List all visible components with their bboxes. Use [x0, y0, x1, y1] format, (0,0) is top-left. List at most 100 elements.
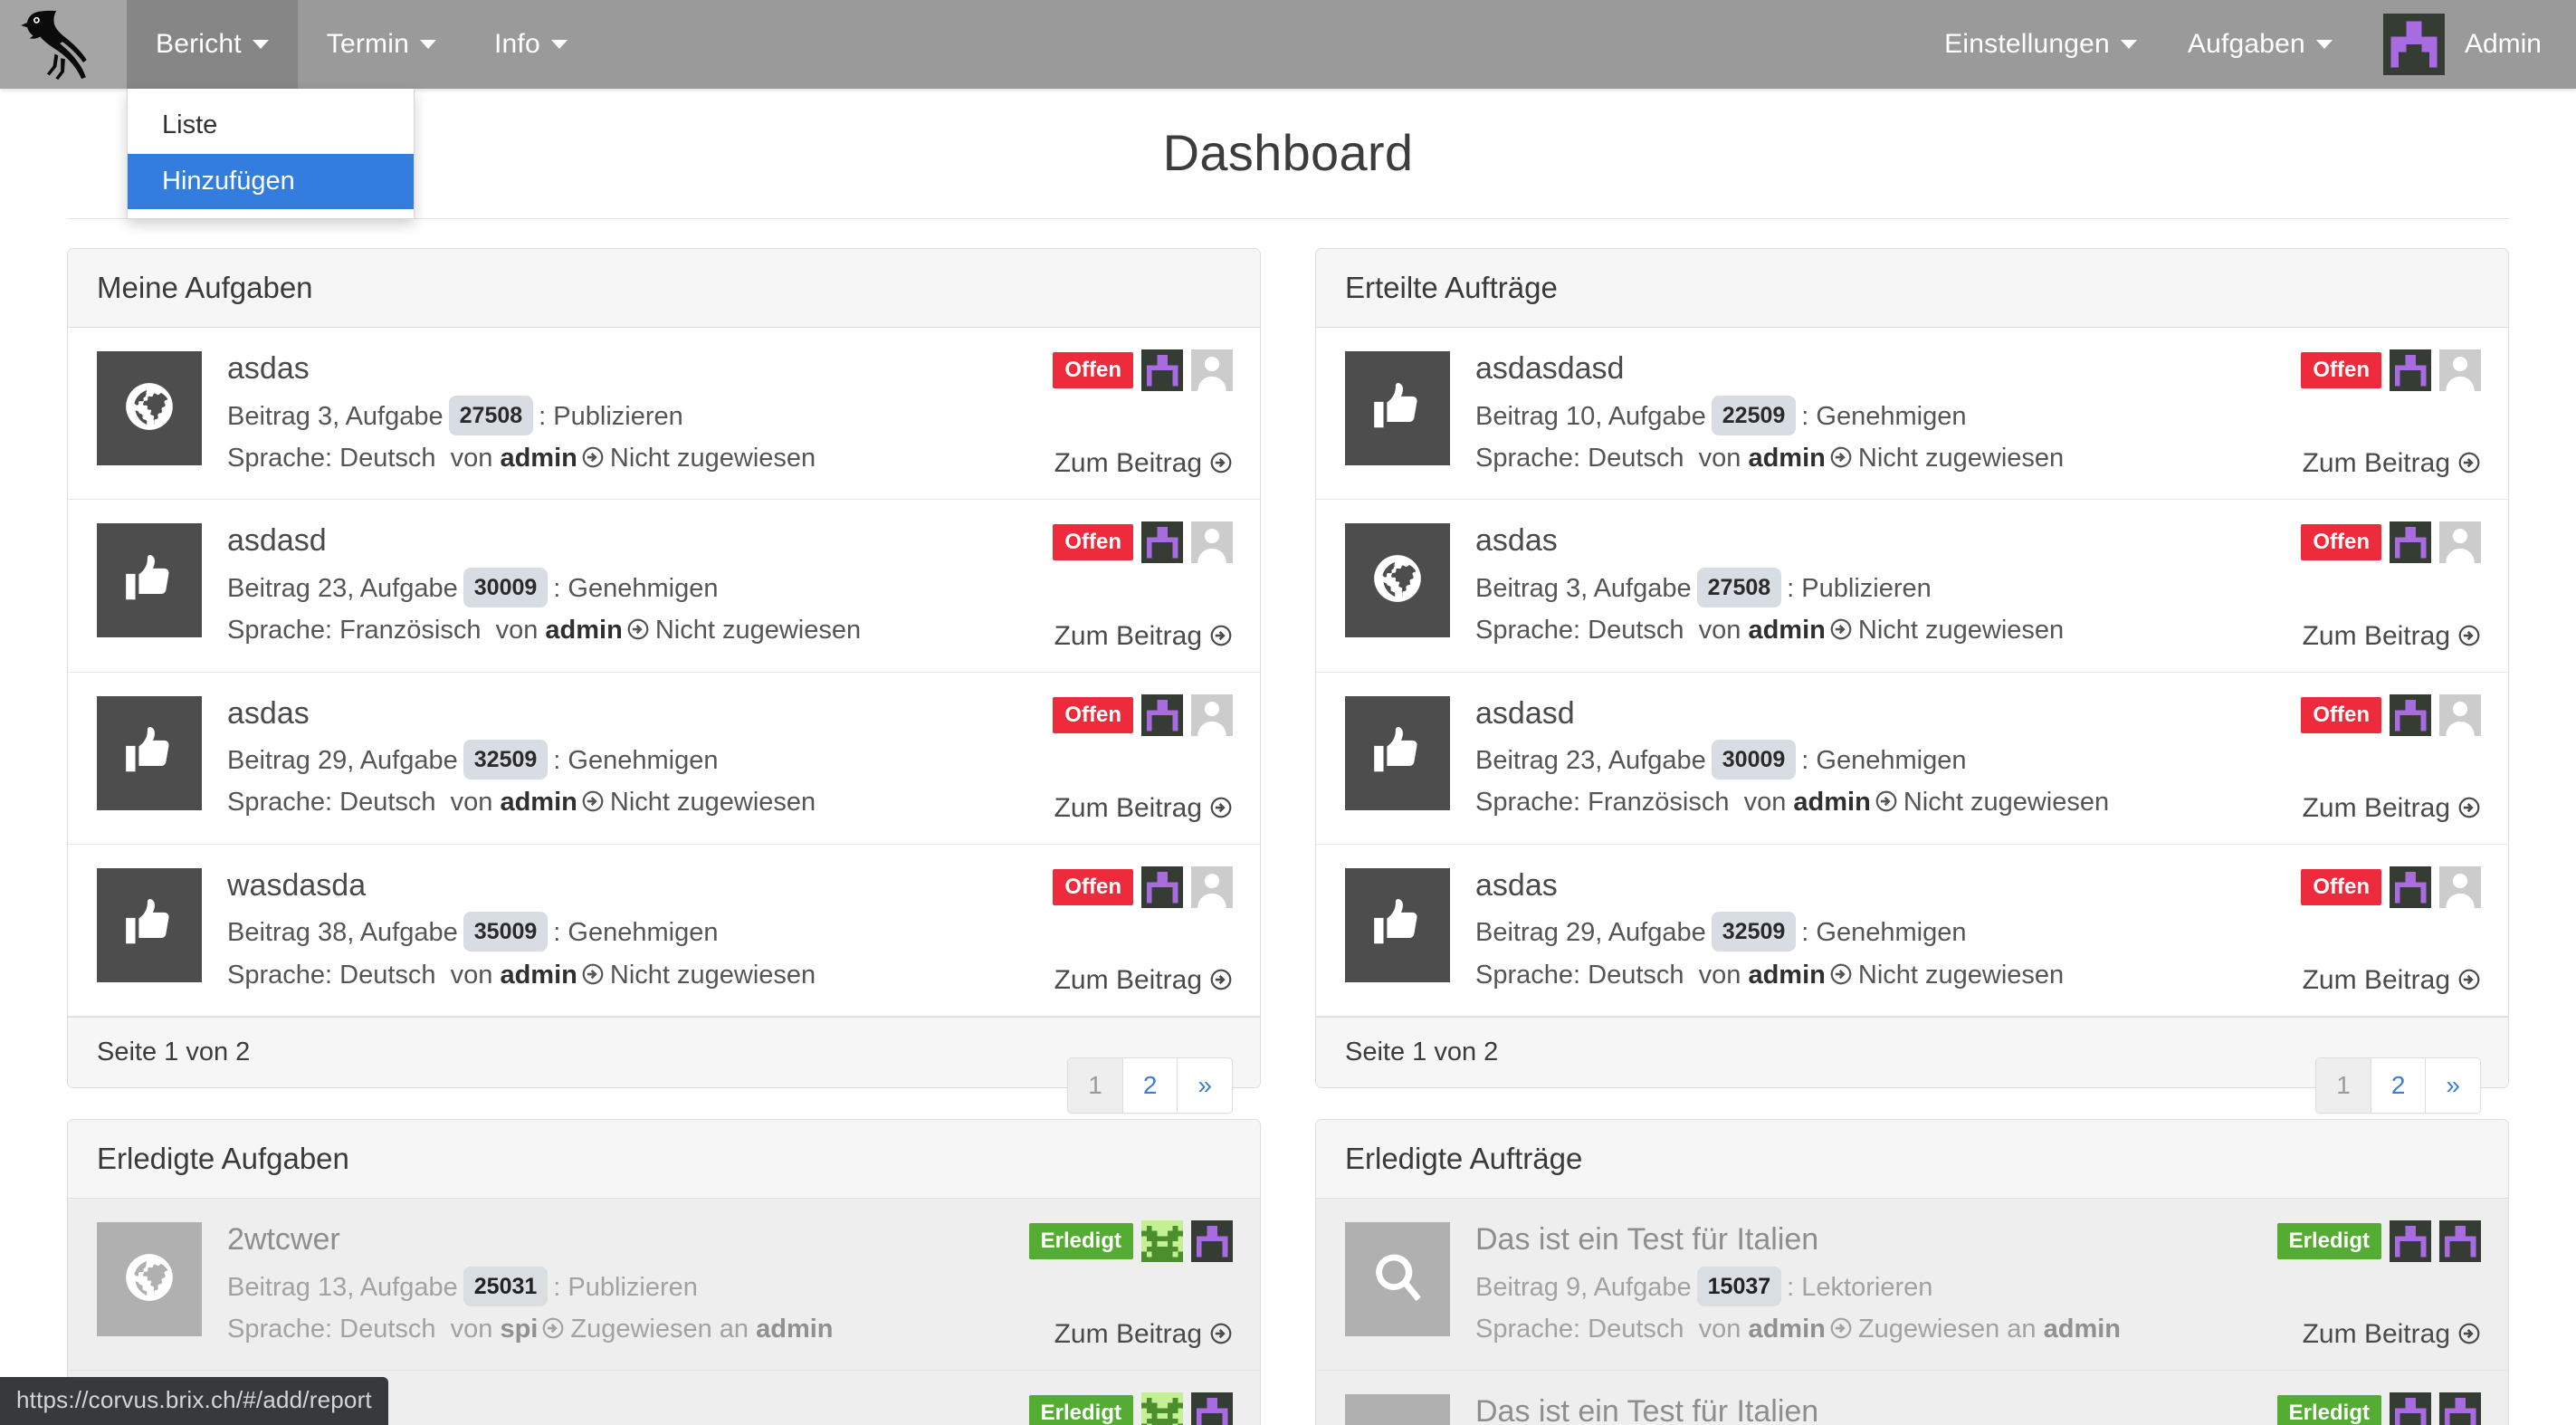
task-assignee: Nicht zugewiesen — [1857, 443, 2065, 473]
task-type-text: : Lektorieren — [1787, 1272, 1933, 1302]
zum-beitrag-label: Zum Beitrag — [2302, 965, 2450, 996]
nav-item-termin[interactable]: Termin — [298, 0, 465, 89]
task-type-text: : Genehmigen — [1801, 746, 1967, 776]
nav-item-bericht[interactable]: Bericht — [127, 0, 298, 89]
avatar — [1141, 866, 1183, 908]
pagination-page-»[interactable]: » — [2426, 1058, 2480, 1114]
task-type-text: : Genehmigen — [553, 746, 719, 776]
task-row[interactable]: asdasdasd Beitrag 10, Aufgabe 22509: Geneh… — [1316, 328, 2508, 501]
task-row[interactable]: asdasd Beitrag 23, Aufgabe 30009: Genehmig… — [68, 500, 1260, 673]
nav-item-termin-label: Termin — [326, 29, 409, 59]
arrow-right-circle-icon — [2457, 1322, 2481, 1345]
task-id-badge: 30009 — [463, 567, 549, 607]
zum-beitrag-label: Zum Beitrag — [1054, 792, 1202, 823]
task-beitrag-line: Beitrag 23, Aufgabe 30009: Genehmigen — [227, 567, 1233, 609]
dropdown-item-hinzufuegen[interactable]: Hinzufügen — [128, 153, 414, 209]
zum-beitrag-link[interactable]: Zum Beitrag — [1054, 448, 1233, 479]
search-icon — [1369, 1249, 1426, 1310]
avatar — [2390, 1392, 2431, 1425]
task-row[interactable]: asdas Beitrag 3, Aufgabe 27508: Publiziere… — [1316, 500, 2508, 673]
avatar — [1141, 1392, 1183, 1425]
task-von-label: von — [1698, 1315, 1741, 1344]
nav-item-einstellungen[interactable]: Einstellungen — [1919, 29, 2162, 60]
task-row[interactable]: Das ist ein Test für ItalienBeitrag 9, A… — [1316, 1199, 2508, 1372]
pagination-page-1[interactable]: 1 — [2316, 1058, 2371, 1114]
task-beitrag-text: Beitrag 38, Aufgabe — [227, 918, 458, 948]
task-row[interactable]: asdasd Beitrag 23, Aufgabe 30009: Genehmig… — [1316, 673, 2508, 845]
task-von-label: von — [1698, 960, 1741, 990]
task-type-icon-tile — [97, 523, 202, 638]
avatar — [1141, 693, 1183, 736]
zum-beitrag-link[interactable]: Zum Beitrag — [2303, 793, 2481, 824]
task-type-icon-tile — [1345, 867, 1450, 982]
zum-beitrag-link[interactable]: Zum Beitrag — [2303, 1319, 2481, 1350]
panel-title: Erledigte Aufgaben — [68, 1120, 1260, 1200]
task-row[interactable]: wasdasda Beitrag 38, Aufgabe 35009: Genehm… — [68, 845, 1260, 1018]
task-row[interactable]: asdas Beitrag 29, Aufgabe 32509: Genehmige… — [1316, 845, 2508, 1018]
task-type-icon-tile — [1345, 523, 1450, 638]
task-language: Sprache: Deutsch — [227, 788, 436, 818]
status-badge: Offen — [1053, 352, 1133, 388]
zum-beitrag-link[interactable]: Zum Beitrag — [2303, 621, 2481, 652]
task-row[interactable]: Das ist ein Test für ItalienBeitrag 9, A… — [1316, 1371, 2508, 1425]
task-von-label: von — [1743, 788, 1787, 818]
status-badge: Erledigt — [2276, 1223, 2381, 1260]
crow-logo-icon — [21, 10, 87, 81]
task-assignee-name: admin — [2043, 1315, 2122, 1344]
zum-beitrag-link[interactable]: Zum Beitrag — [2303, 448, 2481, 479]
page-indicator: Seite 1 von 2 — [97, 1038, 251, 1067]
zum-beitrag-label: Zum Beitrag — [1054, 1319, 1202, 1350]
task-type-icon-tile — [1345, 1222, 1450, 1337]
panel-meine-aufgaben: Meine Aufgaben asdas Beitrag 3, Aufgabe 275… — [67, 248, 1261, 1114]
task-row-right: Offen — [1053, 521, 1233, 564]
arrow-right-circle-icon — [2457, 451, 2481, 474]
avatar-placeholder-icon — [2439, 521, 2481, 564]
zum-beitrag-link[interactable]: Zum Beitrag — [1054, 965, 1233, 996]
task-row[interactable]: asdas Beitrag 29, Aufgabe 32509: Genehmige… — [68, 673, 1260, 845]
task-von-label: von — [450, 443, 493, 473]
pagination-page-2[interactable]: 2 — [2371, 1058, 2427, 1114]
nav-item-aufgaben-label: Aufgaben — [2187, 29, 2305, 59]
zum-beitrag-link[interactable]: Zum Beitrag — [1054, 1319, 1233, 1350]
zum-beitrag-link[interactable]: Zum Beitrag — [1054, 793, 1233, 824]
zum-beitrag-link[interactable]: Zum Beitrag — [2303, 965, 2481, 996]
task-type-icon-tile — [97, 695, 202, 810]
thumbs-up-icon — [121, 550, 177, 611]
avatar — [1191, 1220, 1233, 1263]
identicon-purple-icon — [2439, 1220, 2481, 1263]
brand-logo[interactable] — [0, 0, 127, 89]
task-von-label: von — [495, 616, 539, 646]
user-avatar-identicon[interactable] — [2382, 14, 2445, 75]
page-indicator: Seite 1 von 2 — [1345, 1038, 1499, 1067]
task-row[interactable]: 2wtcwer Beitrag 13, Aufgabe 25031: Publizi… — [68, 1199, 1260, 1372]
nav-item-aufgaben[interactable]: Aufgaben — [2162, 29, 2358, 60]
avatar — [2439, 521, 2481, 564]
nav-item-einstellungen-label: Einstellungen — [1944, 29, 2110, 59]
task-author: admin — [500, 443, 577, 473]
arrow-right-circle-icon — [581, 962, 605, 986]
panel-footer: Seite 1 von 2 1 2» — [1316, 1017, 2508, 1114]
task-beitrag-line: Beitrag 23, Aufgabe 30009: Genehmigen — [1475, 740, 2481, 781]
task-author: admin — [1748, 960, 1826, 990]
task-id-badge: 32509 — [1711, 912, 1797, 952]
task-type-text: : Publizieren — [1787, 573, 1932, 603]
avatar — [2390, 693, 2431, 736]
pagination-page-»[interactable]: » — [1178, 1058, 1232, 1114]
avatar — [1141, 349, 1183, 391]
task-language: Sprache: Französisch — [227, 616, 482, 646]
zum-beitrag-label: Zum Beitrag — [2302, 1319, 2450, 1350]
zum-beitrag-link[interactable]: Zum Beitrag — [1054, 621, 1233, 652]
task-row-right: Offen — [1053, 866, 1233, 908]
chevron-down-icon — [420, 40, 436, 49]
arrow-right-circle-icon — [1209, 968, 1233, 991]
pagination-page-2[interactable]: 2 — [1122, 1058, 1178, 1114]
zum-beitrag-label: Zum Beitrag — [1054, 965, 1202, 996]
avatar-placeholder-icon — [1191, 521, 1233, 564]
nav-item-info[interactable]: Info — [465, 0, 596, 89]
thumbs-up-icon — [1369, 1421, 1426, 1425]
status-badge: Offen — [1053, 868, 1133, 905]
zum-beitrag-label: Zum Beitrag — [1054, 620, 1202, 651]
task-row[interactable]: asdas Beitrag 3, Aufgabe 27508: Publiziere… — [68, 328, 1260, 501]
dropdown-item-liste[interactable]: Liste — [128, 98, 414, 154]
pagination-page-1[interactable]: 1 — [1068, 1058, 1123, 1114]
